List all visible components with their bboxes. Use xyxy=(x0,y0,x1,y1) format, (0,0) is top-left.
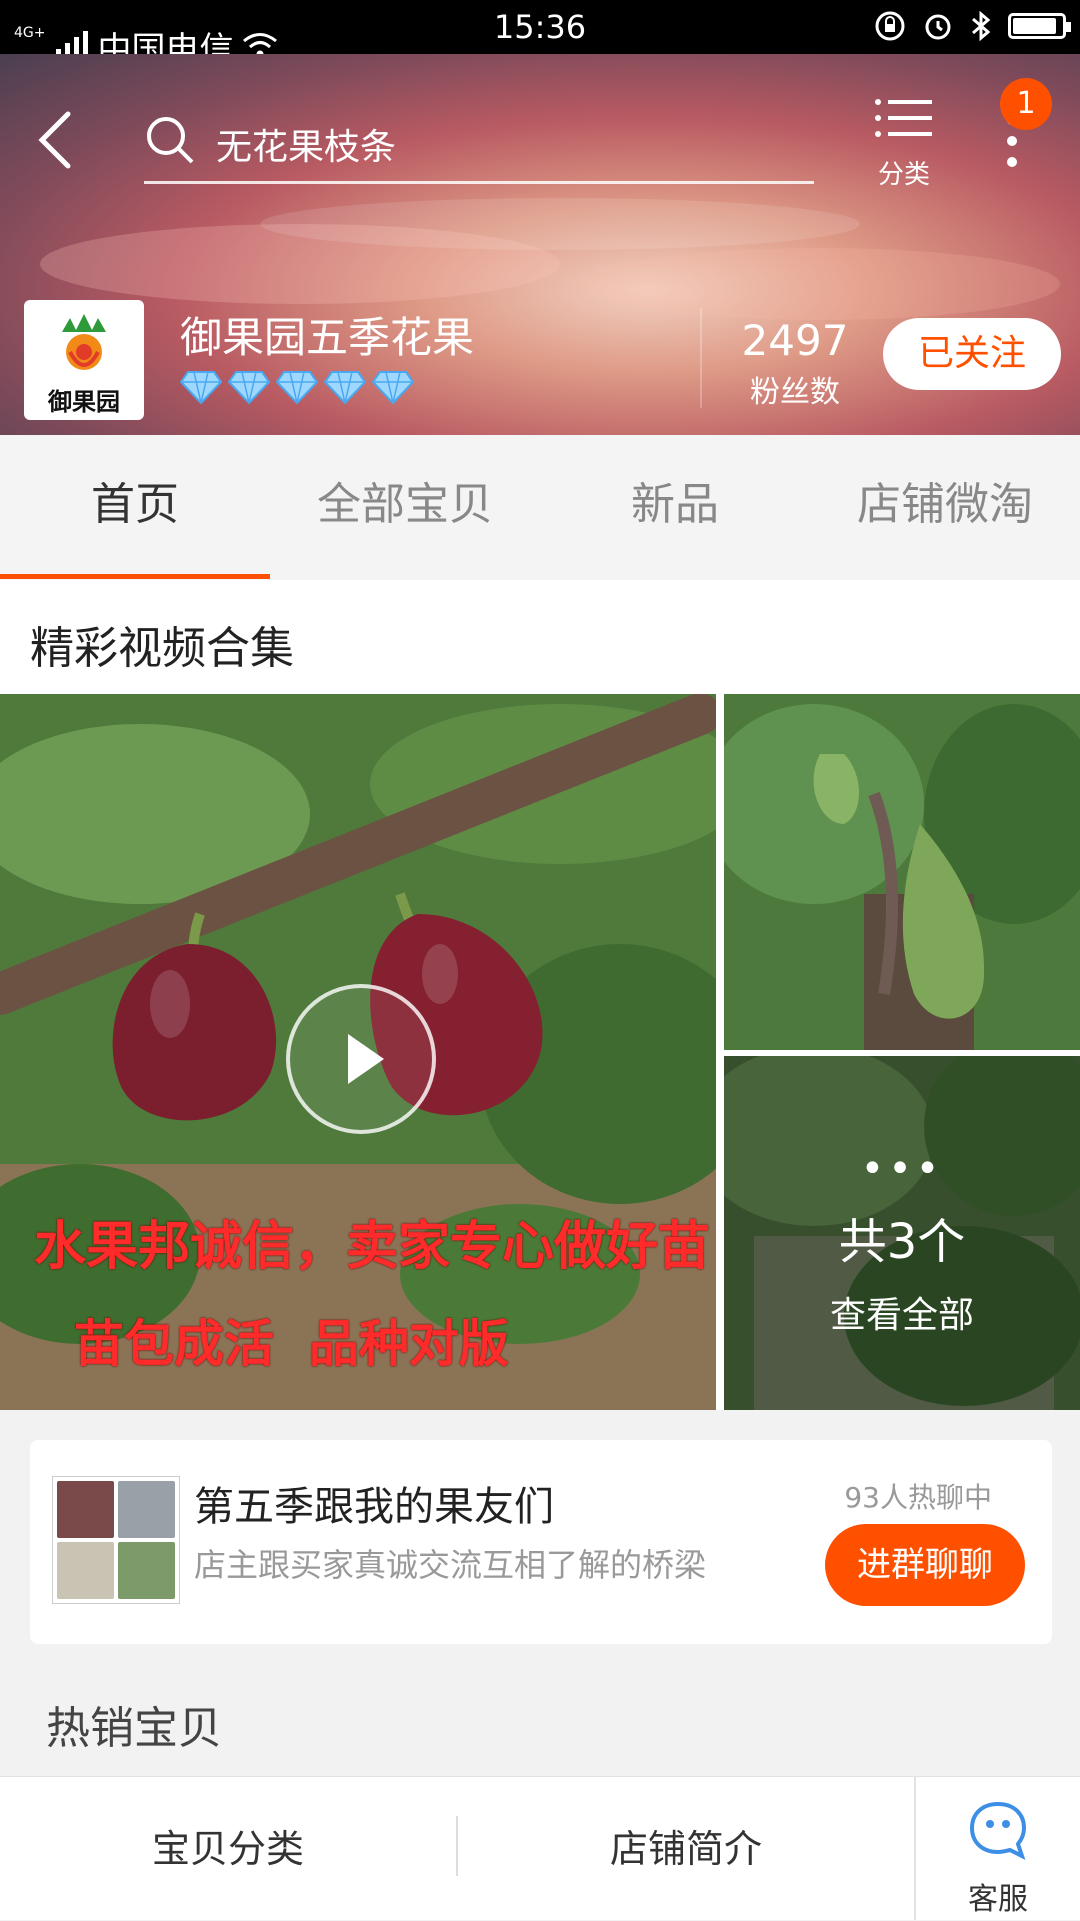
shop-logo[interactable]: 御果园 xyxy=(24,300,144,420)
lock-rotation-icon xyxy=(875,11,905,41)
category-button[interactable]: 分类 xyxy=(866,96,942,191)
back-arrow-icon[interactable] xyxy=(36,110,76,170)
diamond-icon xyxy=(228,371,270,404)
diamond-icon xyxy=(276,371,318,404)
fans-stat: 2497 粉丝数 xyxy=(720,316,870,411)
view-all-videos[interactable]: 查看全部 xyxy=(724,1286,1080,1338)
category-label: 分类 xyxy=(877,160,930,190)
diamond-icon xyxy=(372,371,414,404)
bottom-divider xyxy=(456,1816,458,1876)
tab-all-items[interactable]: 全部宝贝 xyxy=(270,435,540,580)
member-avatar xyxy=(57,1481,114,1538)
group-name: 第五季跟我的果友们 xyxy=(194,1484,554,1530)
battery-fill xyxy=(1013,18,1057,34)
fans-label: 粉丝数 xyxy=(750,375,840,410)
member-avatar xyxy=(118,1481,175,1538)
status-bar: 4G+ 2G 中国电信 15:36 xyxy=(0,0,1080,80)
fig-photo-2 xyxy=(724,694,1080,1050)
search-query: 无花果枝条 xyxy=(216,127,397,168)
tab-new-items[interactable]: 新品 xyxy=(540,435,810,580)
video-thumbnail-3[interactable]: ••• 共3个 查看全部 xyxy=(724,1056,1080,1410)
customer-service-label: 客服 xyxy=(968,1882,1028,1917)
tab-home[interactable]: 首页 xyxy=(0,435,270,580)
search-bar[interactable]: 无花果枝条 xyxy=(144,100,814,184)
status-right xyxy=(874,10,1071,42)
active-tab-indicator xyxy=(0,574,270,579)
video-count: 共3个 xyxy=(838,1214,966,1270)
item-category-button[interactable]: 宝贝分类 xyxy=(0,1777,456,1921)
video-section-title: 精彩视频合集 xyxy=(30,623,294,674)
more-dots-icon: ••• xyxy=(860,1146,944,1192)
tab-bar: 首页 全部宝贝 新品 店铺微淘 xyxy=(0,435,1080,580)
member-avatar xyxy=(118,1542,175,1599)
video-thumbnail-2[interactable] xyxy=(724,694,1080,1050)
search-icon xyxy=(147,117,194,164)
list-menu-icon xyxy=(875,99,932,137)
follow-button[interactable]: 已关注 xyxy=(883,318,1061,390)
shop-rating-diamonds xyxy=(180,370,414,404)
alarm-icon xyxy=(925,14,951,40)
fans-count: 2497 xyxy=(741,316,849,365)
video-caption-line1: 水果邦诚信，卖家专心做好苗 xyxy=(34,1216,711,1277)
more-videos-overlay: ••• 共3个 查看全部 xyxy=(724,1056,1080,1410)
shop-logo-text: 御果园 xyxy=(48,387,120,416)
shop-intro-button[interactable]: 店铺简介 xyxy=(458,1777,914,1921)
play-button[interactable] xyxy=(286,984,436,1134)
play-icon xyxy=(348,1034,384,1084)
battery-icon xyxy=(1008,13,1071,39)
hot-items-title: 热销宝贝 xyxy=(46,1703,222,1754)
diamond-icon xyxy=(324,371,366,404)
main-video-thumbnail[interactable]: 水果邦诚信，卖家专心做好苗 苗包成活 品种对版 xyxy=(0,694,716,1410)
join-group-button[interactable]: 进群聊聊 xyxy=(825,1524,1025,1606)
group-avatar xyxy=(52,1476,180,1604)
notification-badge: 1 xyxy=(1000,78,1052,130)
header-divider xyxy=(700,308,702,408)
bluetooth-icon xyxy=(972,10,991,42)
member-avatar xyxy=(57,1542,114,1599)
group-description: 店主跟买家真诚交流互相了解的桥梁 xyxy=(194,1546,707,1584)
group-active-count: 93人热聊中 xyxy=(844,1481,992,1514)
diamond-icon xyxy=(180,371,222,404)
video-caption-line2: 苗包成活 品种对版 xyxy=(74,1314,509,1373)
shop-name[interactable]: 御果园五季花果 xyxy=(180,304,474,365)
tab-shop-feed[interactable]: 店铺微淘 xyxy=(810,435,1080,580)
customer-service-button[interactable]: 客服 xyxy=(916,1776,1080,1920)
chat-bubble-icon xyxy=(969,1801,1027,1860)
group-chat-card[interactable]: 第五季跟我的果友们 店主跟买家真诚交流互相了解的桥梁 93人热聊中 进群聊聊 xyxy=(30,1440,1052,1644)
